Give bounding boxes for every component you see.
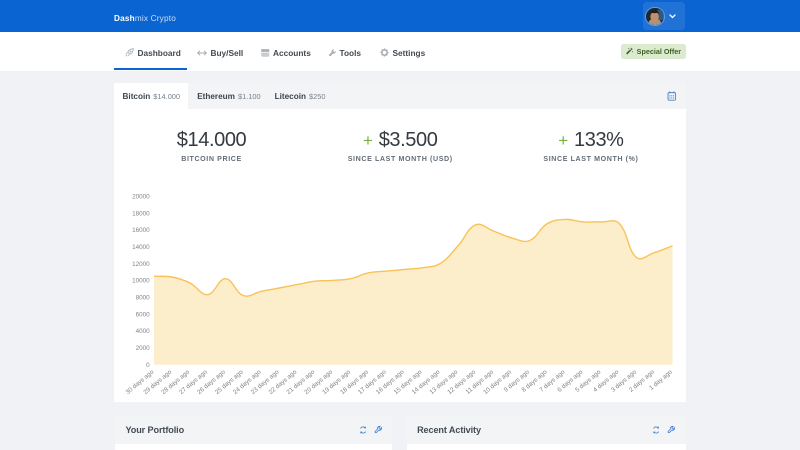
svg-text:12000: 12000	[132, 261, 150, 268]
svg-text:20000: 20000	[132, 193, 150, 200]
svg-text:16000: 16000	[132, 227, 150, 234]
svg-text:6000: 6000	[136, 311, 151, 318]
svg-text:0: 0	[146, 362, 150, 369]
svg-text:10000: 10000	[132, 278, 150, 285]
svg-text:18000: 18000	[132, 210, 150, 217]
svg-text:14000: 14000	[132, 244, 150, 251]
svg-text:8000: 8000	[136, 295, 151, 302]
svg-text:4000: 4000	[136, 328, 151, 335]
svg-text:2000: 2000	[136, 345, 151, 352]
